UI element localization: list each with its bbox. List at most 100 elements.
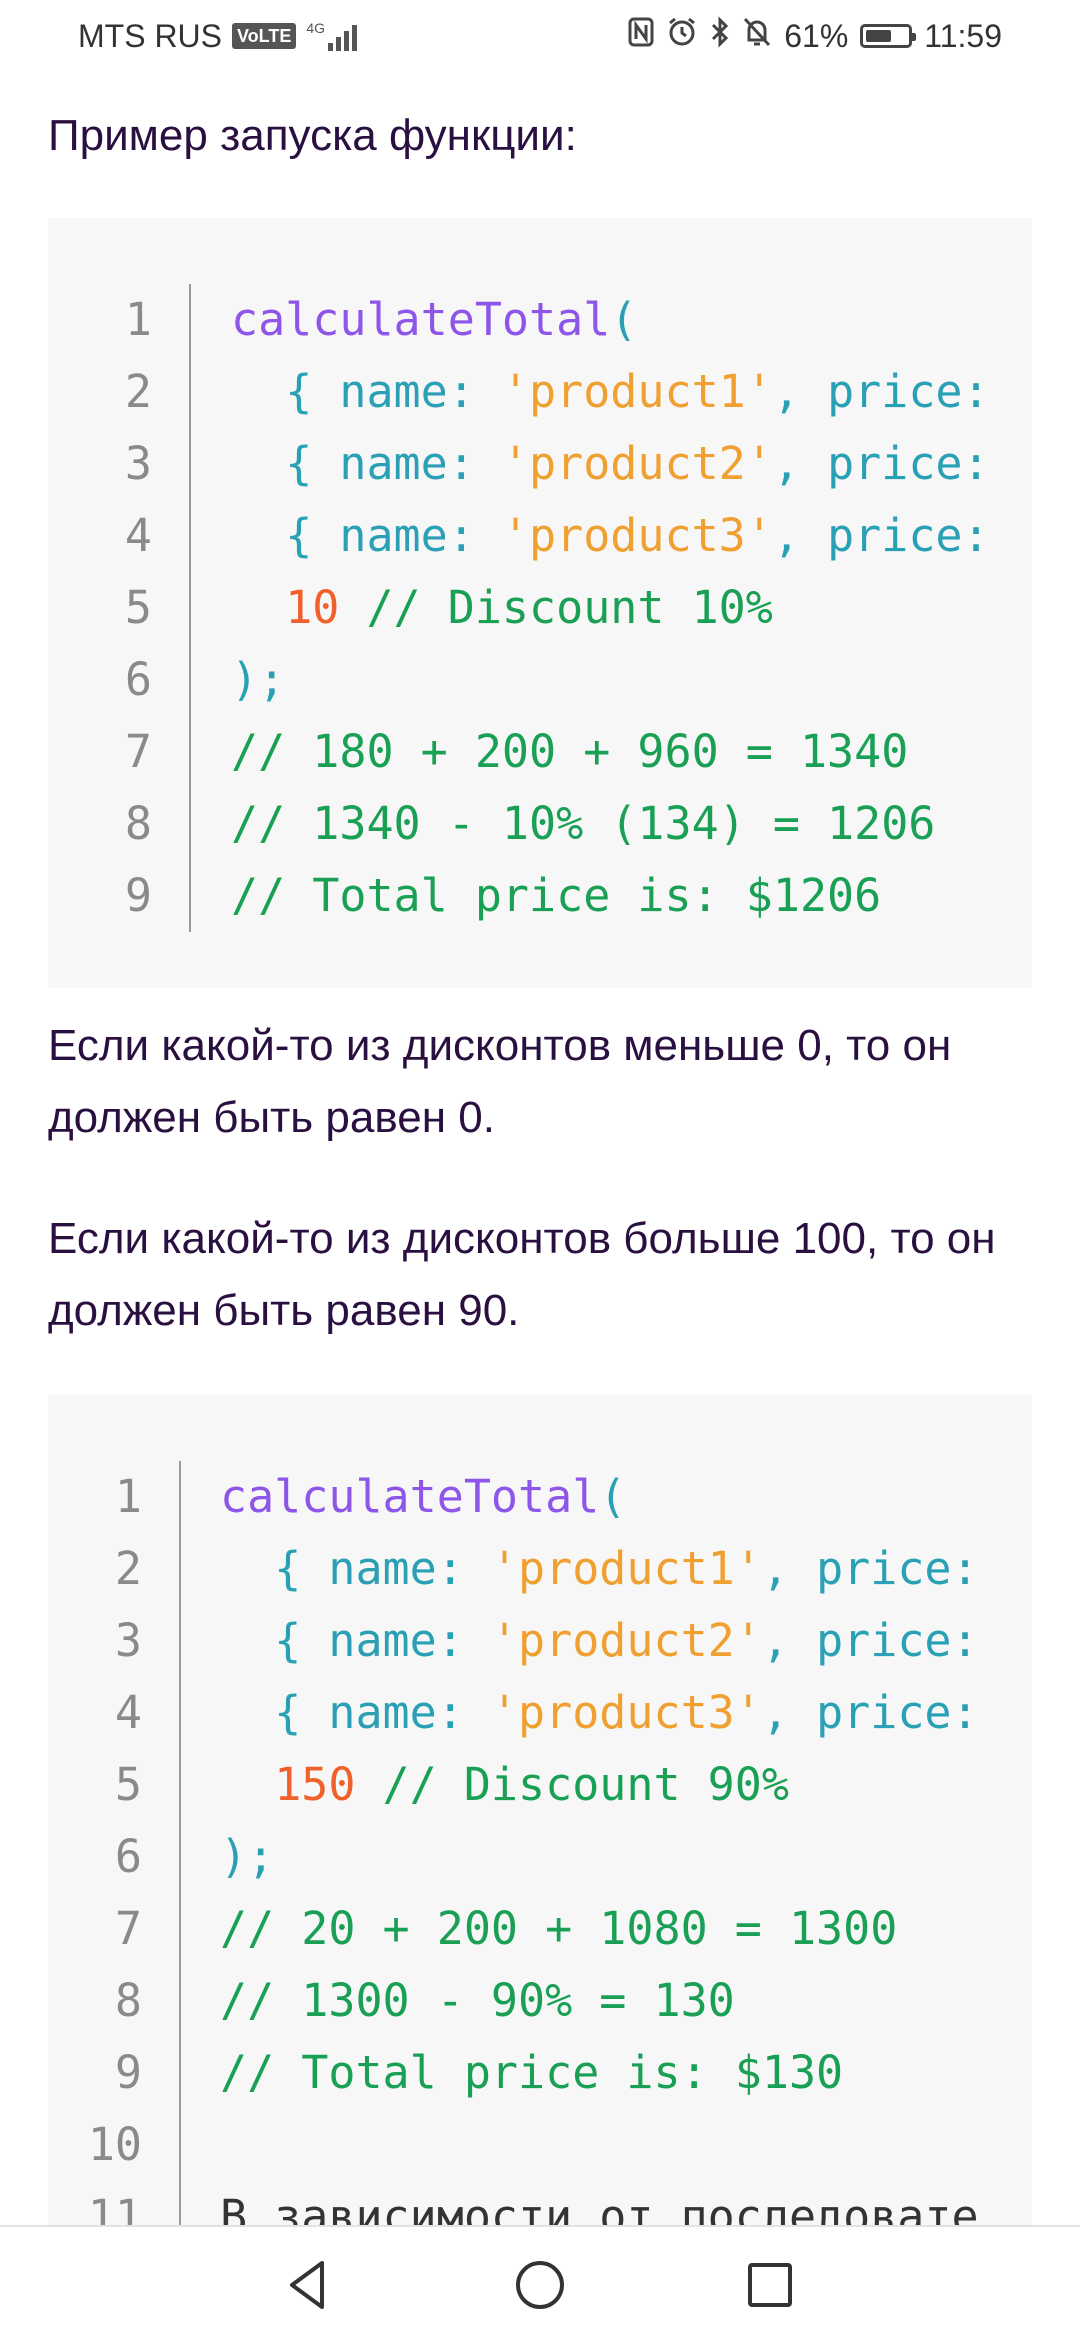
back-button[interactable] bbox=[278, 2255, 338, 2315]
code-text: calculateTotal( bbox=[220, 1461, 626, 1533]
line-number: 7 bbox=[124, 725, 152, 778]
code-line: 5 10 // Discount 10% bbox=[48, 572, 1032, 644]
status-left: MTS RUS VoLTE 4G bbox=[78, 17, 358, 55]
code-line: 8 // 1340 - 10% (134) = 1206 bbox=[48, 788, 1032, 860]
paragraph-over-100-discount: Если какой-то из дисконтов больше 100, т… bbox=[48, 1214, 996, 1335]
code-token: name: bbox=[339, 509, 502, 562]
home-button[interactable] bbox=[510, 2255, 570, 2315]
code-token: { bbox=[285, 509, 340, 562]
code-token: { bbox=[285, 365, 340, 418]
code-text: calculateTotal( bbox=[231, 284, 637, 356]
code-token: name: bbox=[328, 1614, 491, 1667]
alarm-icon bbox=[666, 16, 698, 56]
code-block-2: 1 calculateTotal(2 { name: 'product1', pr… bbox=[48, 1395, 1032, 2225]
code-text: // 180 + 200 + 960 = 1340 bbox=[231, 716, 908, 788]
code-text: // 1340 - 10% (134) = 1206 bbox=[231, 788, 935, 860]
code-line: 3 { name: 'product2', price: bbox=[48, 1605, 1032, 1677]
code-line: 11 В зависимости от последовате bbox=[48, 2181, 1032, 2225]
code-line: 1 calculateTotal( bbox=[48, 284, 1032, 356]
code-text: // 20 + 200 + 1080 = 1300 bbox=[220, 1893, 897, 1965]
code-token: name: bbox=[328, 1686, 491, 1739]
bluetooth-icon bbox=[710, 16, 730, 56]
line-number: 1 bbox=[124, 293, 152, 346]
code-token: 'product3' bbox=[490, 1686, 762, 1739]
line-number: 1 bbox=[114, 1470, 142, 1523]
code-token: // Total price is: $1206 bbox=[231, 869, 882, 922]
code-token: ); bbox=[220, 1830, 275, 1883]
code-line: 8 // 1300 - 90% = 130 bbox=[48, 1965, 1032, 2037]
code-line: 2 { name: 'product1', price: bbox=[48, 1533, 1032, 1605]
line-number: 4 bbox=[124, 509, 152, 562]
code-token: 10 bbox=[285, 581, 340, 634]
code-text: ); bbox=[231, 644, 285, 716]
code-token: , bbox=[761, 1614, 817, 1667]
code-token: price: bbox=[827, 437, 990, 490]
code-text: // Total price is: $1206 bbox=[231, 860, 881, 932]
code-line: 6); bbox=[48, 1821, 1032, 1893]
line-number: 10 bbox=[87, 2118, 142, 2171]
code-line: 7 // 180 + 200 + 960 = 1340 bbox=[48, 716, 1032, 788]
code-line: 9 // Total price is: $1206 bbox=[48, 860, 1032, 932]
line-number: 3 bbox=[124, 437, 152, 490]
line-number: 8 bbox=[124, 797, 152, 850]
code-token: , bbox=[772, 509, 828, 562]
signal-icon: 4G bbox=[306, 21, 358, 51]
code-token: { bbox=[274, 1686, 329, 1739]
code-token: 'product1' bbox=[490, 1542, 762, 1595]
navigation-bar bbox=[0, 2225, 1080, 2342]
code-token: // 1340 - 10% (134) = 1206 bbox=[231, 797, 936, 850]
line-number: 6 bbox=[114, 1830, 142, 1883]
code-token: , bbox=[772, 437, 828, 490]
code-text: { name: 'product2', price: bbox=[231, 428, 990, 500]
code-token: 'product2' bbox=[501, 437, 773, 490]
line-number: 4 bbox=[114, 1686, 142, 1739]
nfc-icon bbox=[628, 17, 654, 55]
code-line: 4 { name: 'product3', price: bbox=[48, 500, 1032, 572]
carrier-name: MTS RUS bbox=[78, 17, 222, 54]
status-bar: MTS RUS VoLTE 4G 61% 11:59 bbox=[0, 0, 1080, 72]
code-line: 6); bbox=[48, 644, 1032, 716]
code-block-1: 1 calculateTotal(2 { name: 'product1', pr… bbox=[48, 218, 1032, 988]
code-token: ( bbox=[610, 293, 638, 346]
code-token: name: bbox=[339, 365, 502, 418]
code-token: // Discount 10% bbox=[339, 581, 773, 634]
clock-time: 11:59 bbox=[924, 17, 1002, 54]
paragraph-negative-discount: Если какой-то из дисконтов меньше 0, то … bbox=[48, 1021, 952, 1142]
code-line: 5 150 // Discount 90% bbox=[48, 1749, 1032, 1821]
code-token: price: bbox=[816, 1542, 979, 1595]
status-right: 61% 11:59 bbox=[628, 16, 1002, 56]
code-token: // 1300 - 90% = 130 bbox=[220, 1974, 735, 2027]
code-token: price: bbox=[816, 1686, 979, 1739]
code-line: 2 { name: 'product1', price: bbox=[48, 356, 1032, 428]
battery-icon bbox=[860, 24, 917, 48]
line-number: 11 bbox=[87, 2190, 142, 2225]
code-token: , bbox=[761, 1542, 817, 1595]
line-number: 7 bbox=[114, 1902, 142, 1955]
code-token: , bbox=[772, 365, 828, 418]
code-text: 150 // Discount 90% bbox=[220, 1749, 789, 1821]
battery-percent: 61% bbox=[784, 17, 849, 54]
code-line: 7 // 20 + 200 + 1080 = 1300 bbox=[48, 1893, 1032, 1965]
recents-button[interactable] bbox=[740, 2255, 800, 2315]
code-text: { name: 'product2', price: bbox=[220, 1605, 978, 1677]
code-token: { bbox=[274, 1542, 329, 1595]
line-number: 8 bbox=[114, 1974, 142, 2027]
code-token: , bbox=[761, 1686, 817, 1739]
code-text: // Total price is: $130 bbox=[220, 2037, 843, 2109]
code-token: // 180 + 200 + 960 = 1340 bbox=[231, 725, 909, 778]
code-line: 1 calculateTotal( bbox=[48, 1461, 1032, 1533]
volte-badge: VoLTE bbox=[232, 23, 297, 49]
code-token: ); bbox=[231, 653, 286, 706]
code-token: { bbox=[274, 1614, 329, 1667]
code-text: ); bbox=[220, 1821, 274, 1893]
line-number: 6 bbox=[124, 653, 152, 706]
code-token: name: bbox=[339, 437, 502, 490]
code-line: 4 { name: 'product3', price: bbox=[48, 1677, 1032, 1749]
code-token: price: bbox=[827, 509, 990, 562]
